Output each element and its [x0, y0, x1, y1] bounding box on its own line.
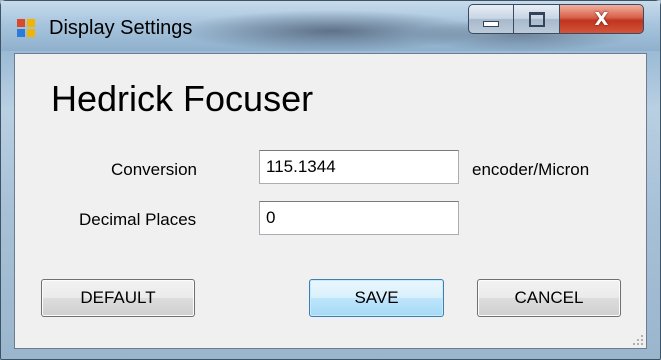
conversion-label: Conversion	[111, 160, 197, 179]
dialog-window: Display Settings X Hedrick Focuser Conve…	[0, 0, 661, 360]
app-window-icon[interactable]	[17, 19, 37, 39]
cancel-button[interactable]: CANCEL	[477, 279, 621, 317]
minimize-icon	[483, 21, 499, 27]
conversion-input[interactable]	[259, 150, 459, 184]
close-button[interactable]: X	[560, 4, 644, 34]
default-button[interactable]: DEFAULT	[41, 279, 195, 317]
maximize-button[interactable]	[514, 4, 560, 34]
minimize-button[interactable]	[468, 4, 514, 34]
resize-grip-icon[interactable]	[631, 333, 643, 345]
dialog-client-area: Hedrick Focuser Conversion encoder/Micro…	[14, 53, 647, 349]
maximize-icon	[528, 11, 545, 27]
decimal-places-label: Decimal Places	[79, 210, 197, 229]
save-button[interactable]: SAVE	[309, 279, 444, 317]
title-bar[interactable]: Display Settings X	[1, 1, 660, 51]
caption-buttons: X	[468, 4, 644, 36]
page-title: Hedrick Focuser	[51, 78, 314, 119]
decimal-places-input[interactable]	[259, 201, 459, 235]
conversion-unit-label: encoder/Micron	[472, 160, 590, 179]
window-title: Display Settings	[49, 17, 193, 39]
close-icon: X	[594, 8, 609, 30]
